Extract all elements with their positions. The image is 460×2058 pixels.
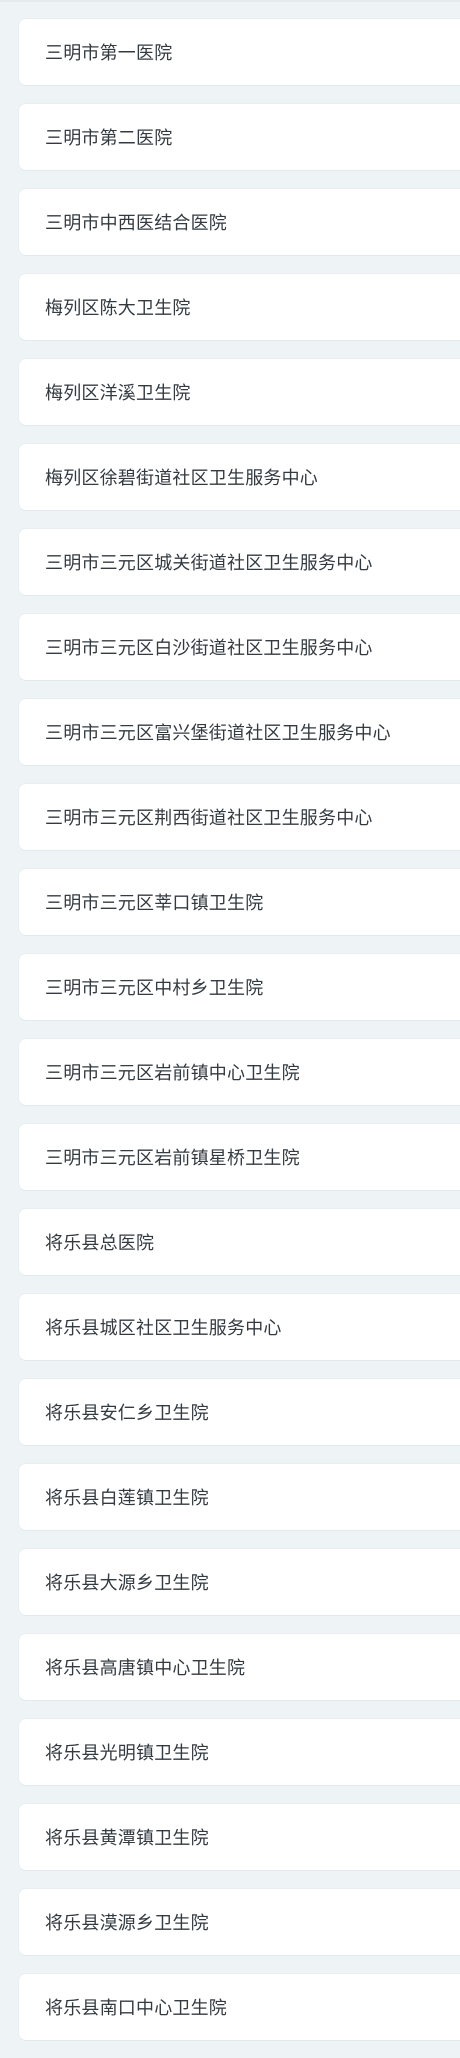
hospital-name: 将乐县白莲镇卫生院: [45, 1488, 209, 1509]
hospital-list-item[interactable]: 将乐县南口中心卫生院: [18, 1973, 460, 2041]
hospital-list-item[interactable]: 将乐县漠源乡卫生院: [18, 1888, 460, 1956]
hospital-list-item[interactable]: 三明市第二医院: [18, 103, 460, 171]
hospital-name: 梅列区徐碧街道社区卫生服务中心: [45, 468, 318, 489]
hospital-list-item[interactable]: 三明市三元区富兴堡街道社区卫生服务中心: [18, 698, 460, 766]
hospital-name: 将乐县城区社区卫生服务中心: [45, 1318, 282, 1339]
hospital-name: 三明市三元区中村乡卫生院: [45, 978, 264, 999]
hospital-name: 将乐县黄潭镇卫生院: [45, 1828, 209, 1849]
hospital-name: 三明市三元区莘口镇卫生院: [45, 893, 264, 914]
hospital-name: 三明市三元区富兴堡街道社区卫生服务中心: [45, 723, 391, 744]
hospital-list-item[interactable]: 三明市三元区莘口镇卫生院: [18, 868, 460, 936]
hospital-name: 梅列区洋溪卫生院: [45, 383, 191, 404]
hospital-name: 梅列区陈大卫生院: [45, 298, 191, 319]
hospital-name: 将乐县漠源乡卫生院: [45, 1913, 209, 1934]
hospital-name: 将乐县大源乡卫生院: [45, 1573, 209, 1594]
hospital-list-item[interactable]: 三明市三元区城关街道社区卫生服务中心: [18, 528, 460, 596]
hospital-name: 将乐县安仁乡卫生院: [45, 1403, 209, 1424]
hospital-list-item[interactable]: 三明市三元区白沙街道社区卫生服务中心: [18, 613, 460, 681]
hospital-list-item[interactable]: 三明市三元区荆西街道社区卫生服务中心: [18, 783, 460, 851]
hospital-list-item[interactable]: 将乐县大源乡卫生院: [18, 1548, 460, 1616]
hospital-name: 将乐县高唐镇中心卫生院: [45, 1658, 246, 1679]
hospital-list-item[interactable]: 将乐县光明镇卫生院: [18, 1718, 460, 1786]
hospital-list-item[interactable]: 三明市三元区中村乡卫生院: [18, 953, 460, 1021]
hospital-name: 三明市三元区岩前镇中心卫生院: [45, 1063, 300, 1084]
hospital-list-item[interactable]: 梅列区陈大卫生院: [18, 273, 460, 341]
hospital-list-item[interactable]: 梅列区徐碧街道社区卫生服务中心: [18, 443, 460, 511]
hospital-list-item[interactable]: 将乐县城区社区卫生服务中心: [18, 1293, 460, 1361]
hospital-list-item[interactable]: 将乐县安仁乡卫生院: [18, 1378, 460, 1446]
hospital-name: 三明市第二医院: [45, 128, 173, 149]
hospital-list-item[interactable]: 三明市第一医院: [18, 18, 460, 86]
hospital-list-item[interactable]: 将乐县总医院: [18, 1208, 460, 1276]
hospital-name: 三明市第一医院: [45, 43, 173, 64]
hospital-list-item[interactable]: 将乐县高唐镇中心卫生院: [18, 1633, 460, 1701]
hospital-name: 三明市三元区白沙街道社区卫生服务中心: [45, 638, 373, 659]
hospital-list-item[interactable]: 梅列区洋溪卫生院: [18, 358, 460, 426]
hospital-name: 三明市中西医结合医院: [45, 213, 227, 234]
hospital-name: 三明市三元区岩前镇星桥卫生院: [45, 1148, 300, 1169]
hospital-list: 三明市第一医院 三明市第二医院 三明市中西医结合医院 梅列区陈大卫生院 梅列区洋…: [18, 18, 460, 2058]
hospital-list-item[interactable]: 三明市三元区岩前镇星桥卫生院: [18, 1123, 460, 1191]
hospital-list-item[interactable]: 三明市三元区岩前镇中心卫生院: [18, 1038, 460, 1106]
hospital-list-item[interactable]: 将乐县白莲镇卫生院: [18, 1463, 460, 1531]
hospital-name: 将乐县南口中心卫生院: [45, 1998, 227, 2019]
top-edge-divider: [0, 0, 460, 2]
hospital-name: 三明市三元区城关街道社区卫生服务中心: [45, 553, 373, 574]
hospital-list-item[interactable]: 三明市中西医结合医院: [18, 188, 460, 256]
hospital-name: 将乐县光明镇卫生院: [45, 1743, 209, 1764]
hospital-name: 将乐县总医院: [45, 1233, 155, 1254]
hospital-list-item[interactable]: 将乐县黄潭镇卫生院: [18, 1803, 460, 1871]
hospital-name: 三明市三元区荆西街道社区卫生服务中心: [45, 808, 373, 829]
